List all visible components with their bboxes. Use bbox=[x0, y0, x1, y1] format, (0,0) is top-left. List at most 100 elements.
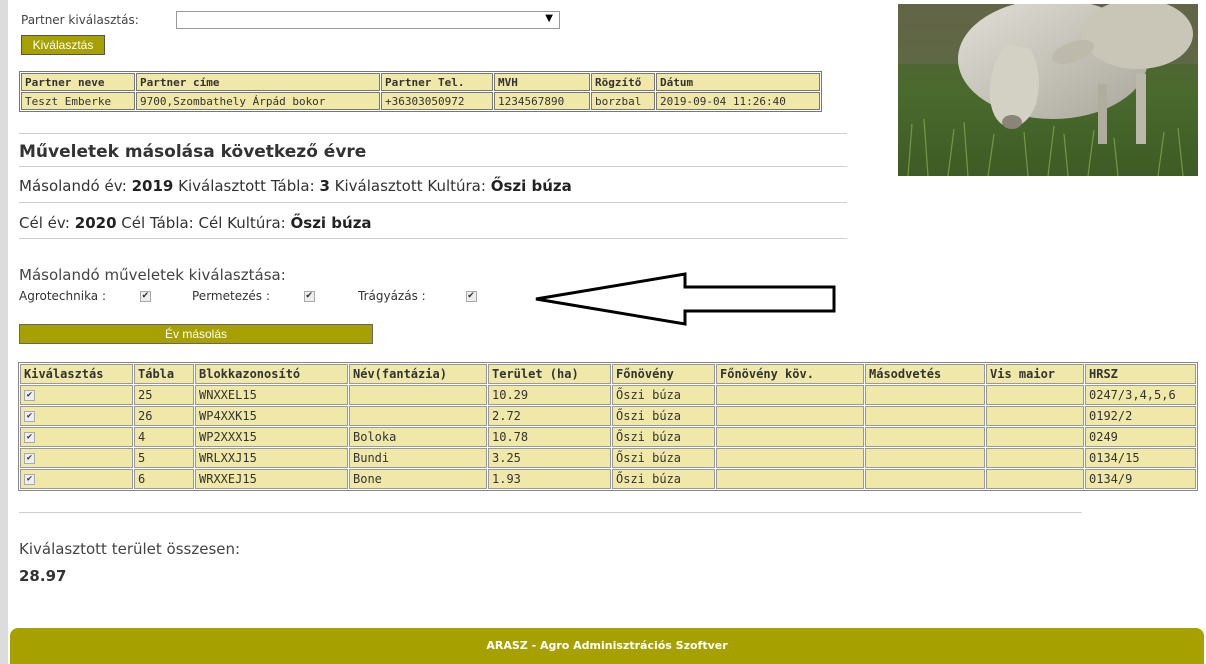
agrotechnika-checkbox[interactable]: ✔ bbox=[139, 291, 151, 302]
chevron-down-icon: ▼ bbox=[545, 13, 553, 24]
table-cell: 1.93 bbox=[488, 469, 611, 489]
column-header: Vis maior bbox=[986, 364, 1084, 384]
divider bbox=[19, 166, 847, 167]
partner-cell: Teszt Emberke bbox=[21, 92, 135, 110]
partner-select-dropdown[interactable]: ▼ bbox=[176, 11, 560, 29]
table-cell: WP4XXK15 bbox=[195, 406, 348, 426]
page-title: Műveletek másolása következő évre bbox=[19, 142, 367, 162]
table-cell bbox=[986, 427, 1084, 447]
total-area-label: Kiválasztott terület összesen: bbox=[19, 540, 241, 558]
column-header: Főnövény köv. bbox=[716, 364, 864, 384]
partner-header-cell: Partner címe bbox=[136, 73, 380, 91]
column-header: Kiválasztás bbox=[20, 364, 133, 384]
table-cell bbox=[716, 448, 864, 468]
column-header: Név(fantázia) bbox=[349, 364, 487, 384]
target-year-label: Cél év: bbox=[19, 214, 70, 232]
partner-cell: 1234567890 bbox=[494, 92, 590, 110]
column-header: Terület (ha) bbox=[488, 364, 611, 384]
table-cell: Boloka bbox=[349, 427, 487, 447]
partner-cell: +36303050972 bbox=[381, 92, 493, 110]
copy-year-button[interactable]: Év másolás bbox=[19, 324, 373, 344]
table-cell: 0134/9 bbox=[1085, 469, 1196, 489]
table-cell bbox=[716, 427, 864, 447]
table-cell bbox=[716, 469, 864, 489]
table-cell: Őszi búza bbox=[612, 427, 715, 447]
checkbox[interactable]: ✔ bbox=[24, 474, 35, 485]
partner-table-header: Partner neve Partner címe Partner Tel. M… bbox=[21, 73, 820, 91]
table-cell bbox=[986, 448, 1084, 468]
source-table-label: Kiválasztott Tábla: bbox=[178, 177, 315, 195]
table-cell: Bone bbox=[349, 469, 487, 489]
table-cell bbox=[865, 427, 985, 447]
column-header: Tábla bbox=[134, 364, 194, 384]
divider bbox=[19, 512, 1082, 513]
table-cell: WRLXXJ15 bbox=[195, 448, 348, 468]
checkbox[interactable]: ✔ bbox=[24, 390, 35, 401]
row-checkbox[interactable]: ✔ bbox=[20, 427, 133, 447]
table-cell: 10.78 bbox=[488, 427, 611, 447]
permetezes-checkbox[interactable]: ✔ bbox=[303, 291, 315, 302]
partner-cell: borzbal bbox=[591, 92, 655, 110]
checkbox[interactable]: ✔ bbox=[24, 432, 35, 443]
table-row: ✔ 6 WRXXEJ15 Bone 1.93 Őszi búza 0134/9 bbox=[20, 469, 1196, 489]
table-cell: Őszi búza bbox=[612, 385, 715, 405]
operation-label: Agrotechnika : bbox=[19, 289, 107, 303]
partner-select-label: Partner kiválasztás: bbox=[21, 13, 139, 27]
partner-header-cell: Partner neve bbox=[21, 73, 135, 91]
column-header: Másodvetés bbox=[865, 364, 985, 384]
partner-header-cell: MVH bbox=[494, 73, 590, 91]
table-cell: WRXXEJ15 bbox=[195, 469, 348, 489]
checkbox[interactable]: ✔ bbox=[24, 411, 35, 422]
table-cell: WP2XXX15 bbox=[195, 427, 348, 447]
table-cell: 3.25 bbox=[488, 448, 611, 468]
operation-permetezes: Permetezés : ✔ bbox=[192, 289, 315, 303]
row-checkbox[interactable]: ✔ bbox=[20, 385, 133, 405]
divider bbox=[19, 133, 847, 134]
table-row: ✔ 25 WNXXEL15 10.29 Őszi búza 0247/3,4,5… bbox=[20, 385, 1196, 405]
table-row: ✔ 4 WP2XXX15 Boloka 10.78 Őszi búza 0249 bbox=[20, 427, 1196, 447]
operation-label: Trágyázás : bbox=[358, 289, 426, 303]
row-checkbox[interactable]: ✔ bbox=[20, 469, 133, 489]
partner-table-row: Teszt Emberke 9700,Szombathely Árpád bok… bbox=[21, 92, 820, 110]
target-table-label: Cél Tábla: bbox=[121, 214, 194, 232]
source-culture-label: Kiválasztott Kultúra: bbox=[334, 177, 486, 195]
operations-title: Másolandó műveletek kiválasztása: bbox=[19, 266, 286, 284]
footer-text: ARASZ - Agro Adminisztrációs Szoftver bbox=[486, 639, 728, 652]
table-row: ✔ 26 WP4XXK15 2.72 Őszi búza 0192/2 bbox=[20, 406, 1196, 426]
target-culture: Őszi búza bbox=[290, 214, 372, 232]
source-culture: Őszi búza bbox=[490, 177, 572, 195]
table-cell: Őszi búza bbox=[612, 448, 715, 468]
source-year-label: Másolandó év: bbox=[19, 177, 127, 195]
table-cell bbox=[986, 406, 1084, 426]
divider bbox=[19, 238, 847, 239]
select-partner-button[interactable]: Kiválasztás bbox=[21, 35, 105, 55]
table-cell: 2.72 bbox=[488, 406, 611, 426]
source-year: 2019 bbox=[131, 177, 174, 195]
target-culture-label: Cél Kultúra: bbox=[198, 214, 286, 232]
partner-cell: 2019-09-04 11:26:40 bbox=[656, 92, 820, 110]
total-area-value: 28.97 bbox=[19, 567, 67, 585]
table-cell bbox=[986, 385, 1084, 405]
row-checkbox[interactable]: ✔ bbox=[20, 448, 133, 468]
table-cell: 0249 bbox=[1085, 427, 1196, 447]
fields-table: Kiválasztás Tábla Blokkazonosító Név(fan… bbox=[18, 362, 1198, 491]
table-cell: 4 bbox=[134, 427, 194, 447]
table-cell: WNXXEL15 bbox=[195, 385, 348, 405]
checkbox[interactable]: ✔ bbox=[24, 453, 35, 464]
column-header: Blokkazonosító bbox=[195, 364, 348, 384]
partner-header-cell: Dátum bbox=[656, 73, 820, 91]
arrow-left-icon bbox=[535, 272, 836, 326]
partner-header-cell: Partner Tel. bbox=[381, 73, 493, 91]
table-row: ✔ 5 WRLXXJ15 Bundi 3.25 Őszi búza 0134/1… bbox=[20, 448, 1196, 468]
table-cell: 0134/15 bbox=[1085, 448, 1196, 468]
table-cell bbox=[349, 406, 487, 426]
column-header: Főnövény bbox=[612, 364, 715, 384]
row-checkbox[interactable]: ✔ bbox=[20, 406, 133, 426]
fields-table-header: Kiválasztás Tábla Blokkazonosító Név(fan… bbox=[20, 364, 1196, 384]
table-cell: 10.29 bbox=[488, 385, 611, 405]
tragyazas-checkbox[interactable]: ✔ bbox=[465, 291, 477, 302]
table-cell bbox=[865, 448, 985, 468]
operation-agrotechnika: Agrotechnika : ✔ bbox=[19, 289, 151, 303]
table-cell: 0247/3,4,5,6 bbox=[1085, 385, 1196, 405]
partner-table: Partner neve Partner címe Partner Tel. M… bbox=[19, 71, 822, 112]
